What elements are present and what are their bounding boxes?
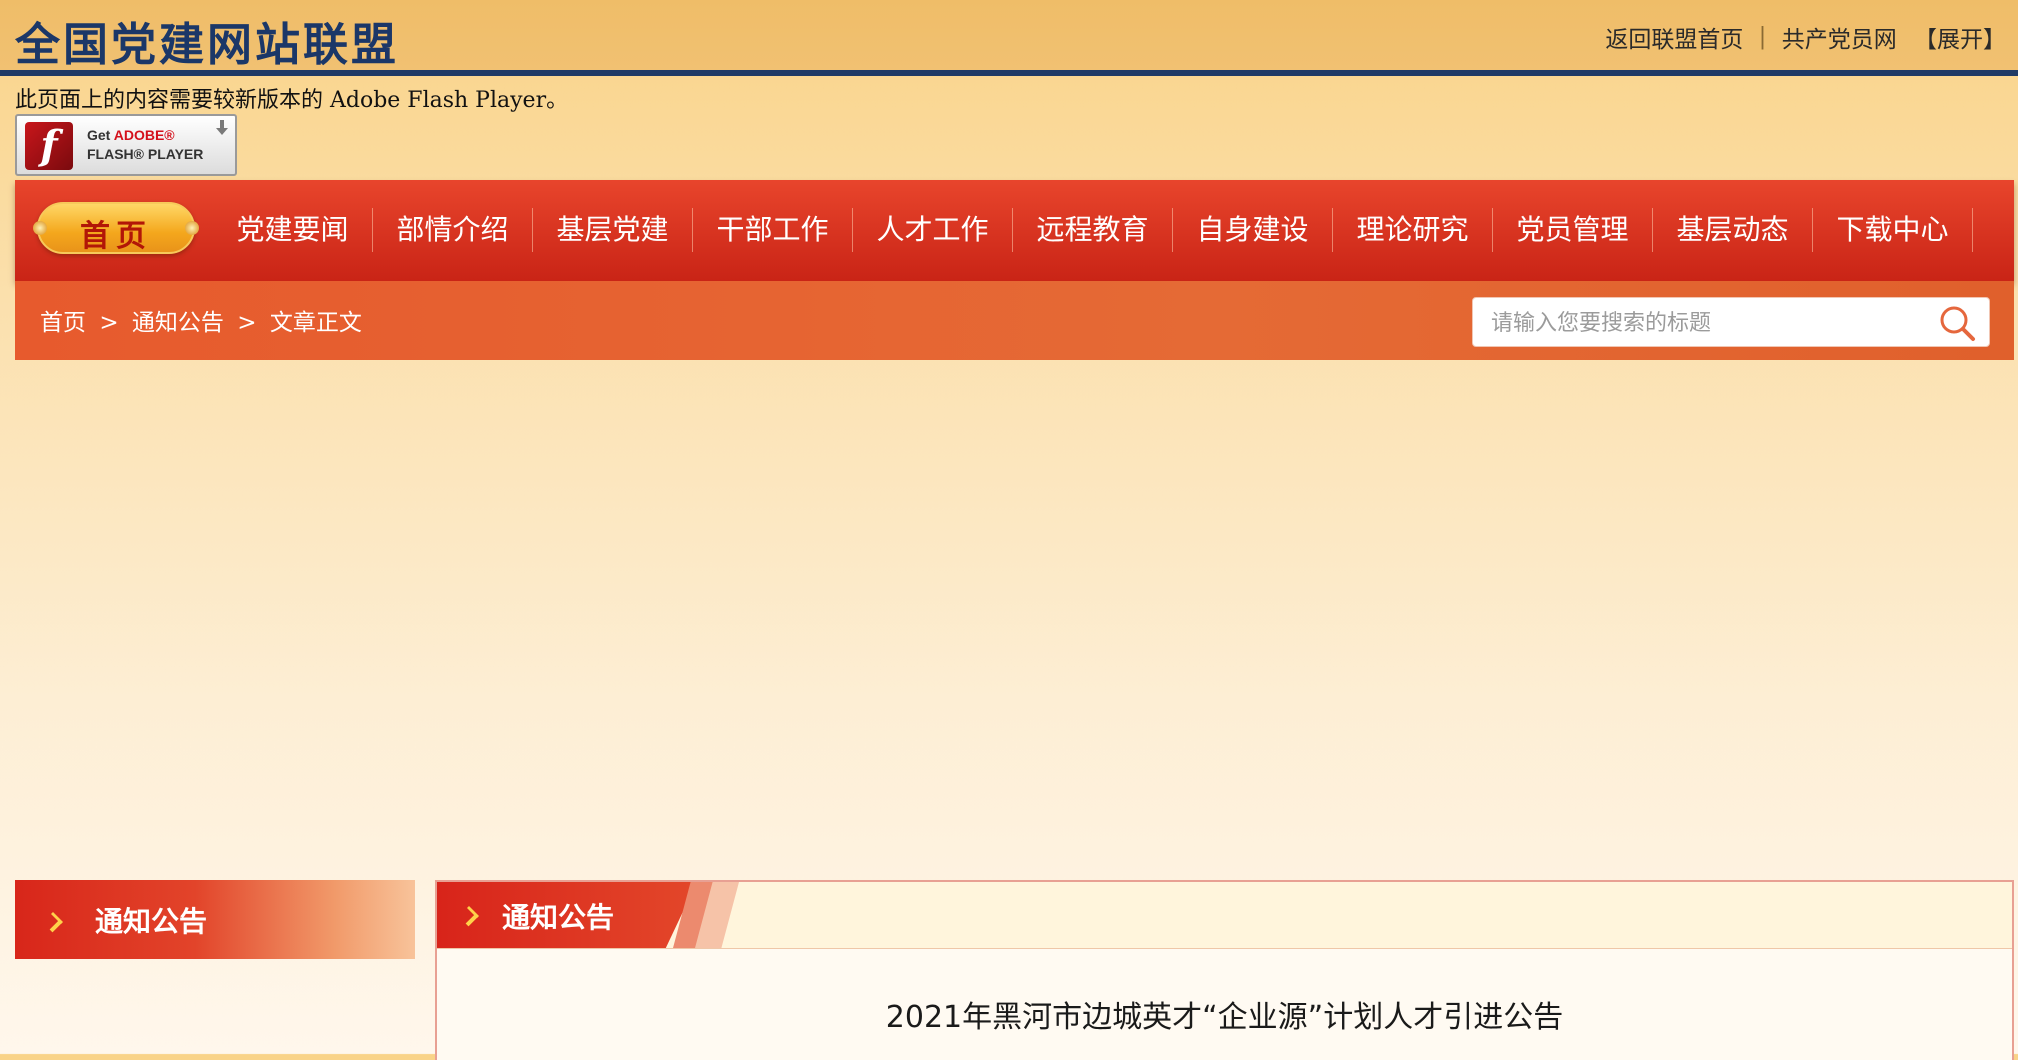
party-emblem-icon — [39, 902, 75, 938]
flash-badge-get: Get — [87, 127, 114, 143]
nav-item-department-intro[interactable]: 部情介绍 — [373, 208, 533, 252]
nav-item-party-news[interactable]: 党建要闻 — [213, 208, 373, 252]
article-panel: 通知公告 2021年黑河市边城英才“企业源”计划人才引进公告 — [435, 880, 2014, 1060]
nav-item-distance-education[interactable]: 远程教育 — [1013, 208, 1173, 252]
nav-items: 党建要闻 部情介绍 基层党建 干部工作 人才工作 远程教育 自身建设 理论研究 … — [213, 208, 1973, 252]
breadcrumb-home[interactable]: 首页 — [40, 310, 86, 336]
flash-logo-icon: f — [25, 122, 73, 170]
nav-item-talent-work[interactable]: 人才工作 — [853, 208, 1013, 252]
cpc-member-network-link[interactable]: 共产党员网 — [1782, 27, 1897, 53]
flash-badge-text: Get ADOBE® FLASH® PLAYER — [87, 126, 203, 164]
flash-badge-adobe: ADOBE® — [113, 127, 175, 143]
get-flash-player-button[interactable]: f Get ADOBE® FLASH® PLAYER — [15, 114, 237, 176]
search-icon[interactable] — [1937, 304, 1977, 342]
flash-required-message: 此页面上的内容需要较新版本的 Adobe Flash Player。 — [15, 88, 569, 113]
search-box — [1472, 297, 1990, 348]
search-input[interactable] — [1489, 298, 1913, 348]
back-to-alliance-home-link[interactable]: 返回联盟首页 — [1605, 27, 1743, 53]
left-panel-title[interactable]: 通知公告 — [95, 900, 207, 940]
main-nav: 首页 党建要闻 部情介绍 基层党建 干部工作 人才工作 远程教育 自身建设 理论… — [15, 180, 2014, 281]
article-title: 2021年黑河市边城英才“企业源”计划人才引进公告 — [885, 1000, 1564, 1035]
flash-badge-player: FLASH® PLAYER — [87, 146, 204, 162]
breadcrumb-separator: > — [99, 310, 119, 336]
nav-item-download-center[interactable]: 下载中心 — [1813, 208, 1973, 252]
nav-home-label: 首页 — [80, 219, 152, 254]
nav-item-grassroots-news[interactable]: 基层动态 — [1653, 208, 1813, 252]
nav-item-theory-research[interactable]: 理论研究 — [1333, 208, 1493, 252]
link-separator: | — [1758, 24, 1767, 50]
breadcrumb-separator: > — [237, 310, 257, 336]
left-panel-header: 通知公告 — [15, 880, 415, 959]
nav-item-member-management[interactable]: 党员管理 — [1493, 208, 1653, 252]
nav-item-grassroots-party[interactable]: 基层党建 — [533, 208, 693, 252]
nav-item-self-building[interactable]: 自身建设 — [1173, 208, 1333, 252]
breadcrumb-current: 文章正文 — [269, 310, 362, 336]
site-header: 全国党建网站联盟 返回联盟首页 | 共产党员网 【展开】 — [0, 0, 2018, 76]
breadcrumb: 首页 > 通知公告 > 文章正文 — [40, 303, 368, 337]
nav-item-cadre-work[interactable]: 干部工作 — [693, 208, 853, 252]
breadcrumb-notices[interactable]: 通知公告 — [132, 310, 224, 336]
site-title[interactable]: 全国党建网站联盟 — [15, 8, 399, 73]
nav-home-button[interactable]: 首页 — [33, 202, 199, 254]
breadcrumb-bar: 首页 > 通知公告 > 文章正文 — [15, 281, 2014, 360]
party-emblem-icon — [455, 896, 491, 932]
download-arrow-icon — [215, 120, 229, 140]
article-panel-title: 通知公告 — [502, 901, 615, 934]
header-links: 返回联盟首页 | 共产党员网 【展开】 — [1605, 20, 2006, 54]
expand-button[interactable]: 【展开】 — [1914, 27, 2006, 53]
